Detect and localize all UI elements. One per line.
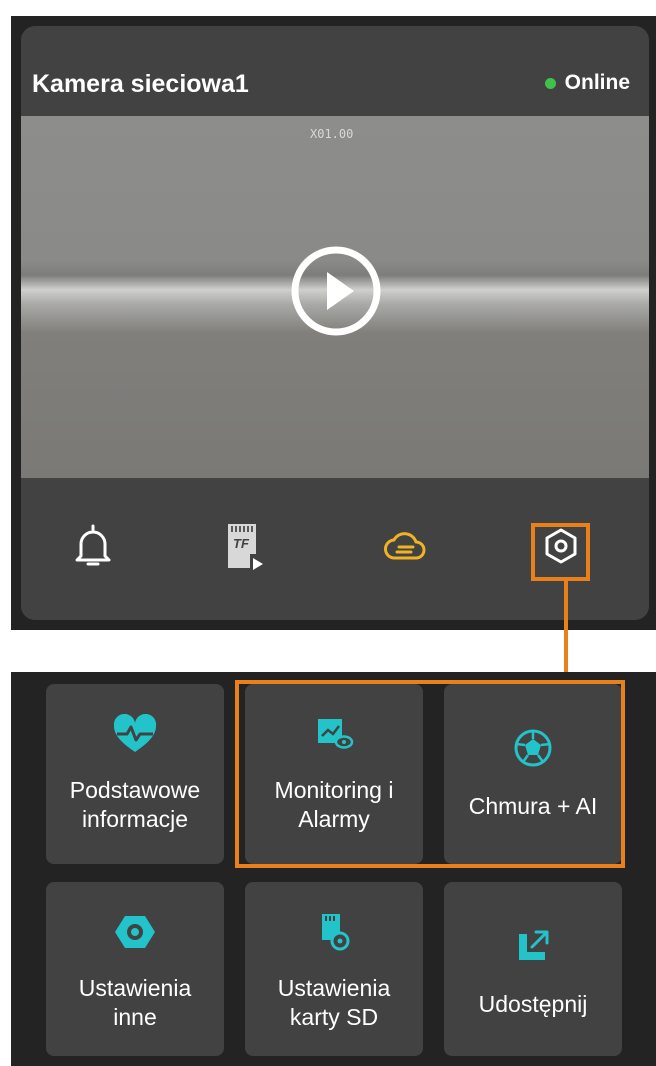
bell-icon xyxy=(75,524,111,566)
camera-card: Kamera sieciowa1 Online X01.00 TF xyxy=(21,26,649,620)
settings-panel: Podstawowe informacje Monitoring i Alarm… xyxy=(11,672,656,1066)
tile-basic-info[interactable]: Podstawowe informacje xyxy=(46,684,224,864)
tile-cloud-ai[interactable]: Chmura + AI xyxy=(444,684,622,864)
hex-gear-icon xyxy=(115,916,155,948)
cloud-button[interactable] xyxy=(373,514,437,578)
alarm-button[interactable] xyxy=(61,514,125,578)
tile-label: Ustawienia inne xyxy=(78,975,192,1030)
tile-monitoring-alarms[interactable]: Monitoring i Alarmy xyxy=(245,684,423,864)
zoom-label: X01.00 xyxy=(310,127,354,141)
status-text: Online xyxy=(564,71,630,94)
highlight-connector xyxy=(564,578,568,682)
play-icon xyxy=(291,246,381,336)
tile-label: Monitoring i Alarmy xyxy=(274,777,394,832)
settings-highlight xyxy=(531,523,590,581)
tile-label: Chmura + AI xyxy=(468,793,598,819)
sd-card-gear-icon xyxy=(322,914,350,951)
tile-share[interactable]: Udostępnij xyxy=(444,882,622,1056)
camera-name: Kamera sieciowa1 xyxy=(32,70,249,98)
device-panel: Kamera sieciowa1 Online X01.00 TF xyxy=(11,16,656,630)
tf-card-button[interactable]: TF xyxy=(211,514,275,578)
status-badge: Online xyxy=(544,71,630,95)
svg-text:TF: TF xyxy=(233,536,250,551)
tile-label: Podstawowe informacje xyxy=(69,777,201,832)
camera-toolbar: TF xyxy=(21,478,649,620)
dodecahedron-icon xyxy=(514,729,552,767)
monitor-eye-icon xyxy=(318,719,354,749)
tile-sd-card-settings[interactable]: Ustawienia karty SD xyxy=(245,882,423,1056)
video-preview[interactable]: X01.00 xyxy=(21,116,649,478)
heart-pulse-icon xyxy=(113,714,157,752)
play-button[interactable] xyxy=(290,245,382,337)
tile-other-settings[interactable]: Ustawienia inne xyxy=(46,882,224,1056)
share-icon xyxy=(519,930,549,960)
tf-card-icon: TF xyxy=(228,524,263,570)
tile-label: Ustawienia karty SD xyxy=(277,975,391,1030)
online-dot-icon xyxy=(544,77,556,89)
tile-label: Udostępnij xyxy=(478,991,588,1017)
cloud-storage-icon xyxy=(384,532,426,560)
